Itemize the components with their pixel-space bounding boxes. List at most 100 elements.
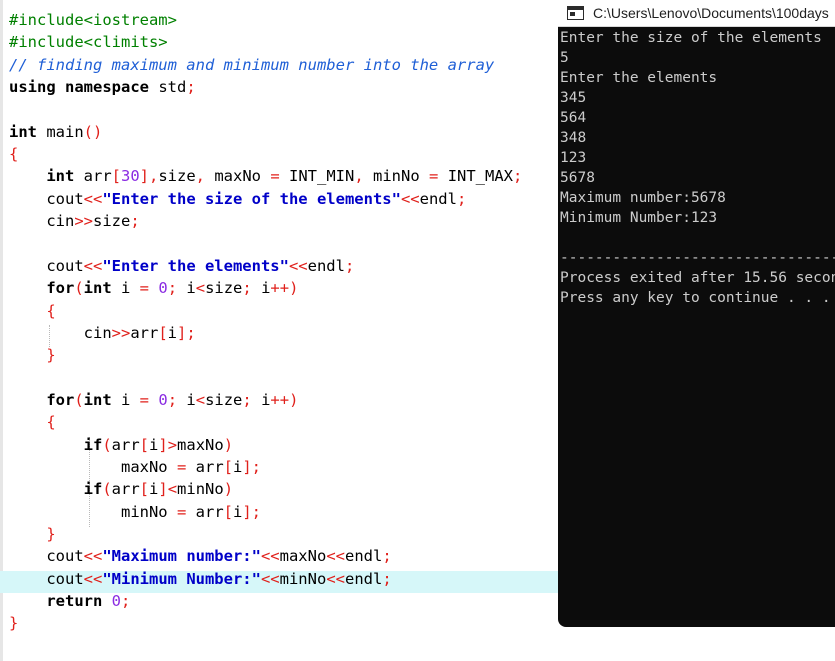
code-token: endl xyxy=(344,547,383,566)
code-line: minNo = arr[i]; xyxy=(9,501,261,523)
console-title: C:\Users\Lenovo\Documents\100days xyxy=(593,5,829,21)
code-token: ( xyxy=(102,435,112,454)
code-token: ]; xyxy=(242,502,262,521)
code-token: int xyxy=(46,167,75,186)
editor-gutter xyxy=(0,0,3,661)
console-window[interactable]: C:\Users\Lenovo\Documents\100days Enter … xyxy=(558,0,835,627)
code-token: maxNo xyxy=(177,435,224,454)
code-token: size xyxy=(205,279,243,298)
code-token: } xyxy=(9,614,19,633)
code-token: ]; xyxy=(177,323,196,342)
code-token: minNo xyxy=(177,480,224,499)
code-token: ]< xyxy=(158,480,178,499)
code-line: } xyxy=(9,344,55,366)
console-line: Enter the size of the elements xyxy=(560,30,822,46)
code-token: "Maximum number:" xyxy=(102,547,261,566)
code-token: i xyxy=(233,502,243,521)
code-token: int xyxy=(83,279,112,298)
code-token: "Enter the size of the elements" xyxy=(102,189,401,208)
code-line: int main() xyxy=(9,121,102,143)
code-token: ( xyxy=(102,480,112,499)
code-token: ) xyxy=(223,480,234,499)
code-token: ]> xyxy=(158,435,178,454)
code-token: std xyxy=(148,78,187,97)
code-token: << xyxy=(400,189,420,208)
code-token: i xyxy=(167,323,178,342)
code-line: for(int i = 0; i<size; i++) xyxy=(9,389,298,411)
code-token: ++) xyxy=(270,390,299,409)
code-token: ; xyxy=(167,279,178,298)
code-token: "Minimum Number:" xyxy=(102,569,261,588)
code-token: ; xyxy=(242,390,252,409)
code-token: = xyxy=(270,167,280,186)
code-token: i xyxy=(111,279,140,298)
console-line: 5678 xyxy=(560,170,595,186)
code-token: size xyxy=(158,167,196,186)
code-token: minNo xyxy=(363,167,430,186)
console-line: 123 xyxy=(560,150,587,166)
code-token: [ xyxy=(223,502,233,521)
code-token: , xyxy=(354,167,364,186)
code-token: cin xyxy=(9,323,112,342)
code-token: { xyxy=(46,413,56,432)
code-line: if(arr[i]>maxNo) xyxy=(9,434,233,456)
code-token: #include<iostream> xyxy=(9,11,177,29)
code-token: // finding maximum and minimum number in… xyxy=(9,55,495,74)
code-token: = xyxy=(139,279,150,298)
code-token: INT_MIN xyxy=(279,167,355,186)
code-token: << xyxy=(326,547,345,566)
code-token: [ xyxy=(158,323,168,342)
code-token: ; xyxy=(121,592,131,611)
code-token: arr xyxy=(74,167,112,186)
code-line: #include<iostream> xyxy=(9,9,177,31)
code-token: ], xyxy=(139,167,159,186)
code-line: cout<<"Enter the elements"<<endl; xyxy=(9,255,354,277)
console-titlebar[interactable]: C:\Users\Lenovo\Documents\100days xyxy=(558,0,835,27)
code-line: cout<<"Minimum Number:"<<minNo<<endl; xyxy=(9,568,392,590)
code-token: << xyxy=(326,569,345,588)
code-token: arr xyxy=(111,435,140,454)
code-token: [ xyxy=(139,435,150,454)
code-token: i xyxy=(251,279,271,298)
code-token: ; xyxy=(382,569,392,588)
code-token: << xyxy=(83,547,103,566)
code-line: maxNo = arr[i]; xyxy=(9,456,261,478)
code-token: size xyxy=(205,390,243,409)
console-line: Process exited after 15.56 seconds xyxy=(560,270,835,286)
code-token: ; xyxy=(382,547,392,566)
code-line: using namespace std; xyxy=(9,76,196,98)
code-token: cout xyxy=(9,256,84,275)
code-token: ; xyxy=(167,390,178,409)
code-token: << xyxy=(260,569,280,588)
console-line: 5 xyxy=(560,50,569,66)
code-token: ++) xyxy=(270,279,299,298)
code-token: [ xyxy=(111,167,121,186)
code-line: { xyxy=(9,411,56,433)
code-token: i xyxy=(177,390,196,409)
code-token: if xyxy=(83,480,103,499)
code-token: arr xyxy=(111,480,140,499)
console-window-icon xyxy=(567,6,584,20)
code-line: #include<climits> xyxy=(9,31,168,53)
console-line: 345 xyxy=(560,90,587,106)
code-token: using namespace xyxy=(9,78,149,97)
code-token: ; xyxy=(242,279,252,298)
code-line: cin>>size; xyxy=(9,210,139,232)
console-line: 564 xyxy=(560,110,587,126)
code-token: #include<climits> xyxy=(9,33,168,52)
code-token: 0 xyxy=(111,592,122,611)
code-token: maxNo xyxy=(205,167,271,186)
code-token: endl xyxy=(419,189,457,208)
code-token: [ xyxy=(223,458,233,476)
code-line: int arr[30],size, maxNo = INT_MIN, minNo… xyxy=(9,165,522,187)
code-line: for(int i = 0; i<size; i++) xyxy=(9,277,298,299)
code-token: i xyxy=(177,279,196,298)
code-token: ; xyxy=(344,256,355,275)
code-line: return 0; xyxy=(9,590,130,612)
code-line: // finding maximum and minimum number in… xyxy=(9,54,494,76)
